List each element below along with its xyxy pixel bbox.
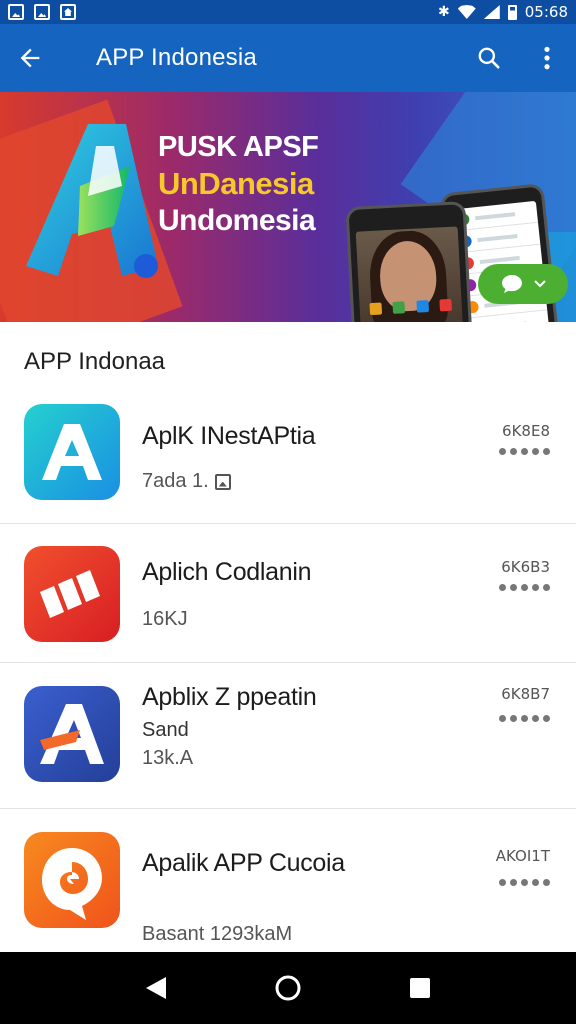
nav-home-button[interactable] [258, 958, 318, 1018]
section-title: APP Indonaa [24, 348, 166, 375]
app-name: Aplich Codlanin [142, 558, 312, 586]
rating-dots [499, 715, 550, 722]
swirl-icon [24, 832, 120, 928]
app-list-item[interactable]: AplK INestAPtia 7ada 1. 6K8E8 [0, 386, 576, 524]
app-bar-actions [460, 24, 576, 92]
phone-screen [355, 226, 464, 322]
app-meta-text: 16KJ [142, 608, 188, 630]
nav-recents-button[interactable] [390, 958, 450, 1018]
more-vert-icon [544, 46, 550, 70]
image-icon [34, 4, 50, 20]
signal-icon [483, 5, 500, 19]
app-list: AplK INestAPtia 7ada 1. 6K8E8 Aplich Cod… [0, 386, 576, 955]
app-bar-title: APP Indonesia [96, 44, 257, 71]
banner-headline: PUSK APSF UnDanesia Undomesia [158, 130, 319, 240]
nav-back-button[interactable] [126, 958, 186, 1018]
chat-button[interactable] [478, 264, 568, 304]
letter-a-logo [26, 124, 158, 278]
home-icon [60, 4, 76, 20]
arrow-back-icon [20, 48, 40, 68]
app-meta: 7ada 1. [142, 470, 231, 493]
rating-dots [499, 448, 550, 455]
more-options-button[interactable] [518, 24, 576, 92]
app-name: Apalik APP Cucoia [142, 849, 345, 877]
app-meta: 16KJ [142, 608, 188, 631]
letter-a-icon [24, 404, 120, 500]
app-meta-text: Basant 1293kaM [142, 923, 293, 945]
app-list-item[interactable]: Apblix Z ppeatin Sand 13k.A 6K8B7 [0, 663, 576, 809]
phone-mockup [345, 200, 475, 322]
status-time: 05:68 [524, 3, 568, 21]
status-right: ✱ 05:68 [438, 3, 568, 21]
app-meta: 13k.A [142, 747, 193, 770]
back-button[interactable] [0, 24, 60, 92]
app-size: 6K8B7 [501, 685, 550, 703]
stripes-icon [24, 546, 120, 642]
app-size: 6K6B3 [501, 558, 550, 576]
app-meta-text: 7ada 1. [142, 470, 209, 492]
letter-a-icon [24, 686, 120, 782]
app-subtitle: Sand [142, 719, 189, 741]
app-list-item[interactable]: Apalik APP Cucoia Basant 1293kaM AKOI1T [0, 809, 576, 955]
status-left [8, 4, 76, 20]
app-meta-text: 13k.A [142, 747, 194, 769]
app-size: AKOI1T [495, 847, 550, 865]
status-bar: ✱ 05:68 [0, 0, 576, 24]
rating-dots [499, 584, 550, 591]
navigation-bar [0, 952, 576, 1024]
app-meta: Basant 1293kaM [142, 923, 292, 946]
battery-icon [507, 4, 517, 20]
chat-bubble-icon [502, 275, 522, 293]
app-name: AplK INestAPtia [142, 422, 316, 450]
banner-line-1: PUSK APSF [158, 131, 319, 163]
image-icon [214, 473, 231, 490]
app-list-item[interactable]: Aplich Codlanin 16KJ 6K6B3 [0, 524, 576, 663]
search-icon [478, 47, 500, 69]
nav-recents-icon [410, 978, 430, 998]
bluetooth-icon: ✱ [438, 4, 450, 20]
app-bar: APP Indonesia [0, 24, 576, 92]
app-size: 6K8E8 [502, 422, 550, 440]
wifi-icon [457, 5, 476, 19]
search-button[interactable] [460, 24, 518, 92]
app-name: Apblix Z ppeatin [142, 683, 317, 711]
nav-home-icon [275, 975, 301, 1001]
image-icon [8, 4, 24, 20]
chevron-down-icon [534, 280, 546, 288]
banner-line-3: Undomesia [158, 204, 316, 238]
rating-dots [499, 879, 550, 886]
nav-back-icon [146, 977, 166, 999]
banner-line-2: UnDanesia [158, 166, 314, 202]
screen: ✱ 05:68 APP Indonesia PUSK APSF UnDanesi… [0, 0, 576, 1024]
